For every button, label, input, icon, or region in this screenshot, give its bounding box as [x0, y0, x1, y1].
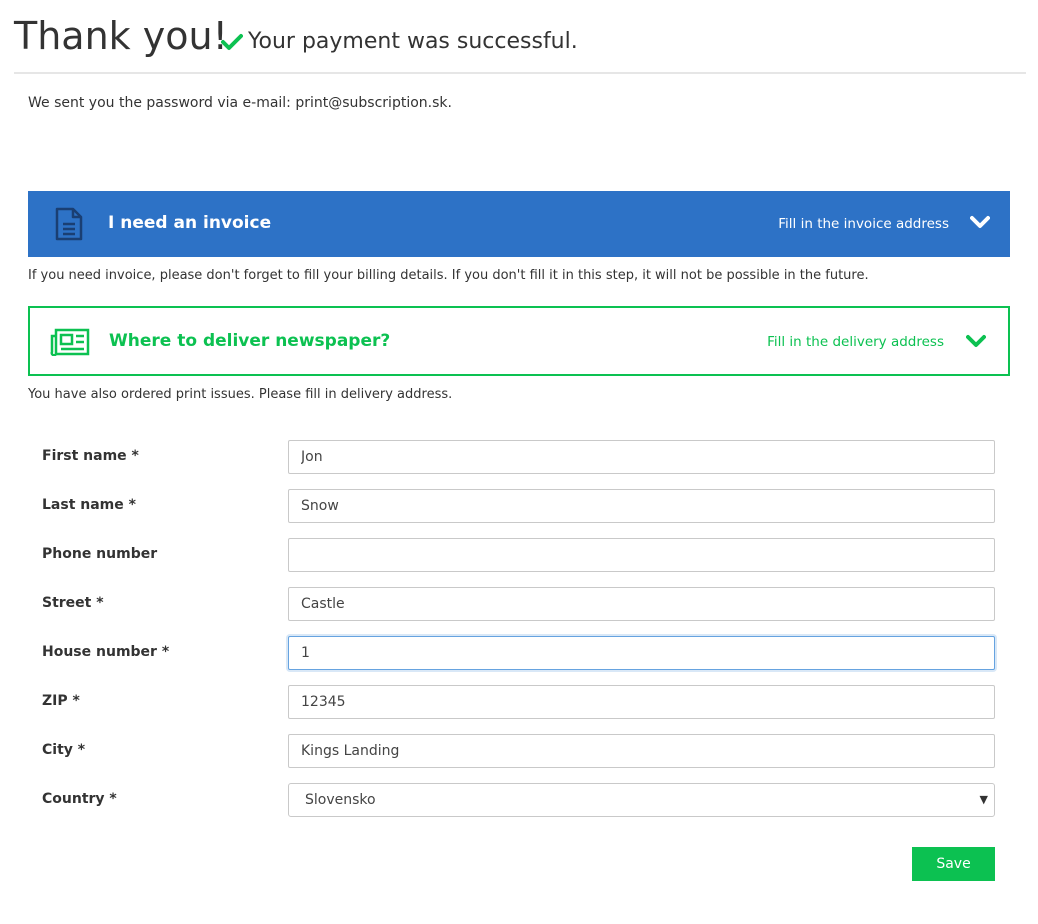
delivery-address-link[interactable]: Fill in the delivery address — [767, 334, 944, 350]
payment-status: Your payment was successful. — [248, 29, 578, 54]
phone-input[interactable] — [288, 538, 995, 572]
phone-label: Phone number — [42, 546, 158, 562]
chevron-down-icon[interactable] — [966, 334, 986, 348]
newspaper-icon — [50, 328, 90, 356]
last-name-input[interactable] — [288, 489, 995, 523]
zip-input[interactable] — [288, 685, 995, 719]
zip-row: ZIP * — [0, 685, 1038, 719]
street-input[interactable] — [288, 587, 995, 621]
delivery-panel[interactable]: Where to deliver newspaper? Fill in the … — [28, 306, 1010, 376]
street-label: Street * — [42, 595, 104, 611]
country-select[interactable]: Slovensko ▼ — [288, 783, 995, 817]
house-number-row: House number * — [0, 636, 1038, 670]
caret-down-icon: ▼ — [979, 793, 988, 806]
page-title: Thank you! — [14, 14, 228, 58]
street-row: Street * — [0, 587, 1038, 621]
country-row: Country * Slovensko ▼ — [0, 783, 1038, 817]
phone-row: Phone number — [0, 538, 1038, 572]
password-notice: We sent you the password via e-mail: pri… — [28, 95, 452, 111]
house-number-input[interactable] — [288, 636, 995, 670]
city-row: City * — [0, 734, 1038, 768]
last-name-row: Last name * — [0, 489, 1038, 523]
delivery-panel-title: Where to deliver newspaper? — [109, 331, 391, 351]
invoice-panel[interactable]: I need an invoice Fill in the invoice ad… — [28, 191, 1010, 257]
city-label: City * — [42, 742, 86, 758]
invoice-note: If you need invoice, please don't forget… — [28, 268, 869, 283]
check-icon — [221, 34, 243, 50]
first-name-row: First name * — [0, 440, 1038, 474]
invoice-address-link[interactable]: Fill in the invoice address — [778, 216, 949, 232]
zip-label: ZIP * — [42, 693, 80, 709]
house-number-label: House number * — [42, 644, 170, 660]
country-selected-value: Slovensko — [305, 792, 376, 808]
invoice-panel-title: I need an invoice — [108, 213, 272, 233]
chevron-down-icon[interactable] — [970, 215, 990, 229]
save-button[interactable]: Save — [912, 847, 995, 881]
delivery-note: You have also ordered print issues. Plea… — [28, 387, 453, 402]
first-name-label: First name * — [42, 448, 139, 464]
first-name-input[interactable] — [288, 440, 995, 474]
document-icon — [55, 207, 83, 241]
city-input[interactable] — [288, 734, 995, 768]
country-label: Country * — [42, 791, 117, 807]
last-name-label: Last name * — [42, 497, 136, 513]
